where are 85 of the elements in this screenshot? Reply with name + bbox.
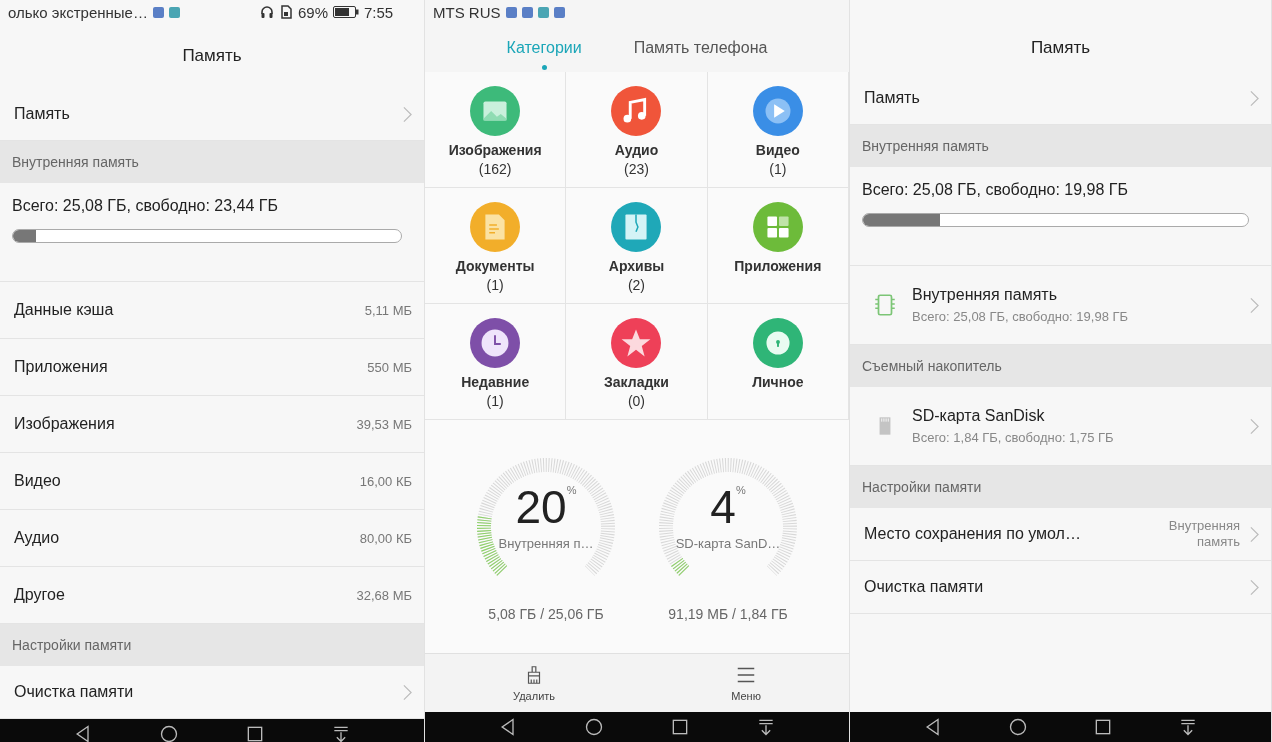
notification-icon — [168, 6, 180, 18]
home-icon[interactable] — [584, 717, 604, 737]
item-count: (2) — [627, 277, 646, 293]
recents-icon[interactable] — [245, 724, 265, 742]
carrier-name: MTS RUS — [433, 3, 501, 21]
size-value: 39,53 МБ — [356, 416, 412, 432]
percent-sign: % — [735, 483, 746, 496]
size-value: 80,00 КБ — [359, 530, 412, 546]
category-tile[interactable]: Аудио (23) — [566, 72, 708, 188]
storage-usage: 5,08 ГБ / 25,06 ГБ — [488, 605, 604, 622]
section-header: Настройки памяти — [0, 624, 424, 666]
storage-name: SD-карта SanD… — [675, 535, 781, 551]
storage-name: Внутренняя п… — [498, 535, 594, 551]
category-tile[interactable]: Архивы (2) — [566, 188, 708, 304]
item-count: (23) — [624, 161, 649, 177]
chevron-right-icon — [1250, 417, 1259, 435]
category-tile[interactable]: Закладки (0) — [566, 304, 708, 420]
category-label: Другое — [14, 586, 66, 604]
percent-value: 4 — [710, 483, 736, 530]
item-count: (162) — [478, 161, 512, 177]
clock-time: 7:55 — [364, 3, 394, 21]
tab[interactable]: Память телефона — [627, 24, 774, 72]
section-header: Съемный накопитель — [850, 345, 1271, 387]
section-header: Внутренняя память — [850, 125, 1271, 167]
size-value: 16,00 КБ — [359, 473, 412, 489]
storage-usage: 91,19 МБ / 1,84 ГБ — [668, 605, 788, 622]
category-label: Данные кэша — [14, 301, 115, 319]
chevron-right-icon — [403, 683, 412, 701]
category-label: Аудио — [14, 529, 61, 547]
notification-icon — [521, 6, 533, 18]
notification-text: олько экстренные… — [8, 3, 148, 21]
chevron-right-icon — [1250, 89, 1259, 107]
percent-value: 20 — [515, 483, 567, 530]
chevron-right-icon — [1250, 578, 1259, 596]
chip-icon — [872, 292, 898, 318]
item-count: (0) — [627, 393, 646, 409]
notification-icon — [537, 6, 549, 18]
category-tile[interactable]: Документы (1) — [425, 188, 567, 304]
chevron-right-icon — [403, 105, 412, 123]
notification-icon — [152, 6, 164, 18]
category-tile[interactable]: Изображения (162) — [425, 72, 567, 188]
category-name: Личное — [752, 374, 804, 390]
screen-title: Память — [181, 45, 243, 67]
percent-sign: % — [566, 483, 577, 496]
category-name: Недавние — [461, 374, 530, 390]
category-tile[interactable]: Недавние (1) — [425, 304, 567, 420]
battery-icon — [333, 6, 359, 18]
section-header: Настройки памяти — [850, 466, 1271, 508]
category-name: Закладки — [604, 374, 669, 390]
category-label: Изображения — [14, 415, 116, 433]
notifications-down-icon[interactable] — [331, 724, 351, 742]
category-name: Аудио — [614, 142, 659, 158]
notifications-down-icon[interactable] — [756, 717, 776, 737]
section-header: Внутренняя память — [0, 141, 424, 183]
item-count: (1) — [769, 161, 787, 177]
category-tile[interactable]: Личное — [707, 304, 849, 420]
home-icon[interactable] — [1007, 717, 1028, 737]
home-icon[interactable] — [159, 724, 179, 742]
category-label: Видео — [14, 472, 62, 490]
category-name: Видео — [755, 142, 800, 158]
item-count: (1) — [486, 393, 504, 409]
chevron-right-icon — [1250, 525, 1259, 543]
toolbar-button[interactable]: Меню — [725, 654, 767, 712]
battery-percent: 69% — [297, 3, 328, 21]
category-name: Приложения — [734, 258, 822, 274]
sim-icon — [278, 5, 293, 19]
category-name: Документы — [455, 258, 535, 274]
item-count: (1) — [486, 277, 504, 293]
notification-icon — [553, 6, 565, 18]
category-name: Архивы — [608, 258, 665, 274]
category-tile[interactable]: Приложения — [707, 188, 849, 304]
storage-summary: Всего: 25,08 ГБ, свободно: 19,98 ГБ — [862, 181, 1129, 199]
screen-title: Память — [1029, 37, 1092, 59]
size-value: 550 МБ — [367, 359, 412, 375]
category-name: Изображения — [448, 142, 542, 158]
size-value: 32,68 МБ — [356, 587, 412, 603]
recents-icon[interactable] — [670, 717, 690, 737]
category-label: Приложения — [14, 358, 109, 376]
chevron-right-icon — [1250, 296, 1259, 314]
toolbar-button[interactable]: Удалить — [507, 654, 562, 712]
headphones-icon — [259, 5, 274, 19]
storage-summary: Всего: 25,08 ГБ, свободно: 23,44 ГБ — [12, 197, 279, 215]
size-value: 5,11 МБ — [364, 302, 412, 318]
notification-icon — [505, 6, 517, 18]
category-tile[interactable]: Видео (1) — [707, 72, 849, 188]
